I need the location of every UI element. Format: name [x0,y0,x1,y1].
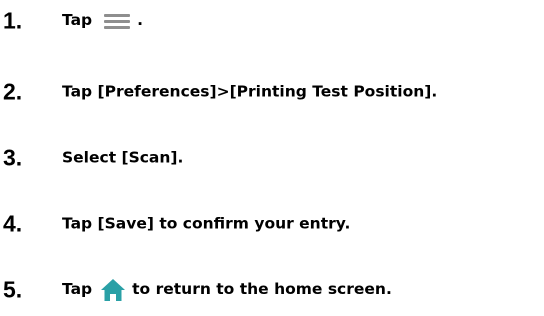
step-text: Tap [Save] to confirm your entry. [62,214,351,233]
home-icon [101,279,126,301]
step-text: Tap [Preferences]>[Printing Test Positio… [62,82,438,101]
step-number: 2. [3,78,23,105]
menu-icon [98,6,136,36]
step-text: Tap to return to the home screen. [62,278,392,302]
step-1: 1. Tap . [0,4,544,38]
step-3: 3. Select [Scan]. [0,141,544,175]
step-number: 3. [3,144,23,171]
step-number: 4. [3,210,23,237]
step-number: 5. [3,276,23,303]
step-text-after: . [137,11,144,30]
step-5: 5. Tap to return to the home screen. [0,273,544,307]
step-2: 2. Tap [Preferences]>[Printing Test Posi… [0,75,544,109]
step-text-before: Tap [62,280,93,299]
step-number: 1. [3,7,23,34]
instruction-steps: 1. Tap . 2. Tap [Preferences]>[Printing … [0,0,544,316]
step-text: Tap . [62,6,143,36]
step-text-after: to return to the home screen. [132,280,392,299]
step-text: Select [Scan]. [62,148,184,167]
step-text-before: Tap [62,11,93,30]
step-4: 4. Tap [Save] to confirm your entry. [0,207,544,241]
